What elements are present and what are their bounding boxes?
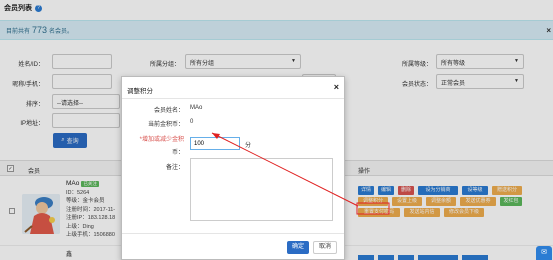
remark-textarea[interactable]: [190, 158, 333, 221]
modal-title: 调整积分: [127, 88, 153, 95]
cancel-button[interactable]: 取消: [313, 241, 337, 254]
close-icon[interactable]: ×: [334, 82, 339, 92]
modal-adjust-label-2: 币：: [171, 150, 184, 156]
unit-label: 分: [245, 143, 252, 149]
modal-current-value: 0: [190, 119, 194, 125]
adjust-points-modal: 调整积分 × 会员姓名： MAo 当前金积币： 0 *增加或减少金积 币： 10…: [121, 76, 345, 260]
modal-footer-divider: [122, 233, 344, 234]
modal-name-value: MAo: [190, 105, 203, 111]
adjust-amount-input[interactable]: 100: [190, 137, 240, 150]
confirm-button[interactable]: 确定: [287, 241, 309, 254]
modal-current-label: 当前金积币：: [147, 122, 184, 128]
modal-header: 调整积分 ×: [122, 77, 344, 99]
chat-icon[interactable]: ✉: [536, 246, 552, 260]
modal-adjust-label: *增加或减少金积: [139, 137, 184, 143]
remark-label: 备注：: [165, 165, 184, 171]
modal-name-label: 会员姓名：: [153, 108, 184, 114]
